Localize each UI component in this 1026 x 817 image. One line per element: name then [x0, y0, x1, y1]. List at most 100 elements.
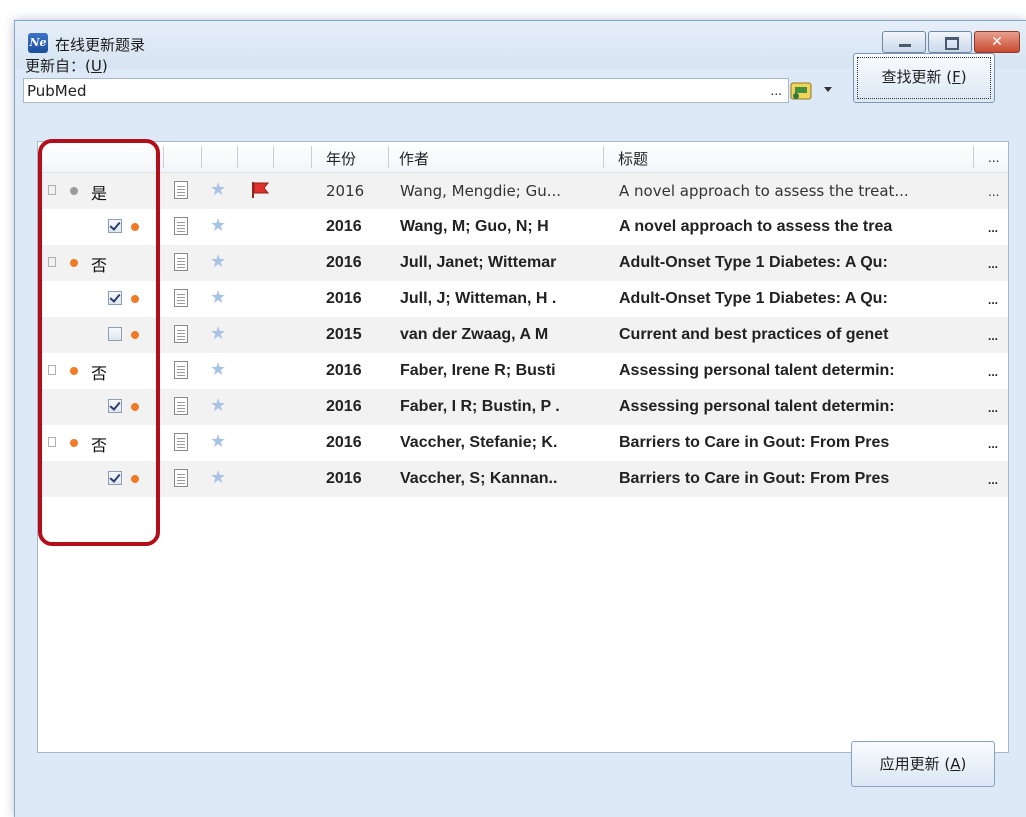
cell-title: A novel approach to assess the treat... [619, 182, 909, 200]
cell-more: ... [988, 401, 999, 415]
apply-accesskey: A [950, 755, 961, 773]
cell-year: 2016 [326, 218, 362, 235]
group-row[interactable]: 是 ★ 2016 Wang, Mengdie; Gu... A novel approa… [38, 173, 1008, 209]
column-divider[interactable] [273, 146, 274, 168]
minimize-button[interactable] [882, 31, 926, 53]
find-accesskey: F [952, 68, 961, 86]
maximize-icon [945, 37, 959, 50]
apply-label: 应用更新 ( [879, 755, 951, 773]
column-divider[interactable] [973, 146, 974, 168]
cell-title: A novel approach to assess the trea [619, 218, 893, 235]
cell-title: Adult-Onset Type 1 Diabetes: A Qu: [619, 254, 888, 271]
group-row[interactable]: 否 ★ 2016 Jull, Janet; Wittemar Adult-Onset T… [38, 245, 1008, 281]
cell-more: ... [988, 473, 999, 487]
cell-more: ... [988, 185, 1000, 199]
column-header-more[interactable]: ... [988, 151, 999, 165]
cell-year: 2015 [326, 326, 362, 343]
cell-author: Jull, J; Witteman, H . [400, 290, 557, 307]
column-divider[interactable] [163, 146, 164, 168]
column-header-year[interactable]: 年份 [326, 148, 356, 169]
table-row[interactable]: ★ 2015 van der Zwaag, A M Current and best … [38, 317, 1008, 353]
app-logo-icon: Ne [28, 33, 48, 53]
column-header-author[interactable]: 作者 [399, 148, 429, 169]
document-icon[interactable] [174, 217, 188, 235]
minimize-icon [899, 44, 911, 47]
table-row[interactable]: ★ 2016 Wang, M; Guo, N; H A novel approach … [38, 209, 1008, 245]
star-icon[interactable]: ★ [210, 287, 226, 308]
cell-author: Jull, Janet; Wittemar [400, 254, 557, 271]
column-divider[interactable] [201, 146, 202, 168]
find-updates-button[interactable]: 查找更新 (F) [853, 53, 995, 103]
cell-title: Assessing personal talent determin: [619, 362, 895, 379]
cell-author: Faber, Irene R; Busti [400, 362, 556, 379]
cell-year: 2016 [326, 182, 365, 200]
maximize-button[interactable] [928, 31, 972, 53]
document-icon[interactable] [174, 325, 188, 343]
document-icon[interactable] [174, 469, 188, 487]
highlight-annotation [38, 139, 160, 546]
cell-title: Barriers to Care in Gout: From Pres [619, 470, 890, 487]
group-row[interactable]: 否 ★ 2016 Faber, Irene R; Busti Assessing per… [38, 353, 1008, 389]
cell-more: ... [988, 365, 999, 379]
cell-more: ... [988, 257, 999, 271]
close-icon: ✕ [991, 34, 1003, 50]
update-source-input[interactable]: PubMed ... [23, 78, 789, 103]
update-source-label: 更新自：(U) [25, 55, 108, 76]
apply-updates-button[interactable]: 应用更新 (A) [851, 741, 995, 787]
flag-icon[interactable] [250, 181, 270, 199]
cell-author: Vaccher, Stefanie; K. [400, 434, 558, 451]
table-row[interactable]: ★ 2016 Faber, I R; Bustin, P . Assessing pe… [38, 389, 1008, 425]
cell-more: ... [988, 221, 999, 235]
star-icon[interactable]: ★ [210, 395, 226, 416]
cell-author: Wang, M; Guo, N; H [400, 218, 549, 235]
cell-title: Adult-Onset Type 1 Diabetes: A Qu: [619, 290, 888, 307]
column-header-title[interactable]: 标题 [618, 148, 648, 169]
document-icon[interactable] [174, 253, 188, 271]
cell-author: Vaccher, S; Kannan.. [400, 470, 558, 487]
cell-year: 2016 [326, 290, 362, 307]
star-icon[interactable]: ★ [210, 179, 226, 200]
cell-author: Faber, I R; Bustin, P . [400, 398, 560, 415]
column-divider[interactable] [311, 146, 312, 168]
cell-more: ... [988, 329, 999, 343]
table-row[interactable]: ★ 2016 Jull, J; Witteman, H . Adult-Onset T… [38, 281, 1008, 317]
document-icon[interactable] [174, 397, 188, 415]
document-icon[interactable] [174, 289, 188, 307]
cell-year: 2016 [326, 398, 362, 415]
cell-author: Wang, Mengdie; Gu... [400, 182, 562, 200]
chevron-down-icon[interactable] [824, 87, 832, 92]
document-icon[interactable] [174, 433, 188, 451]
document-icon[interactable] [174, 181, 188, 199]
list-header: 年份 作者 标题 ... [38, 142, 1008, 173]
cell-title: Assessing personal talent determin: [619, 398, 895, 415]
connection-file-icon[interactable] [787, 80, 817, 102]
column-divider[interactable] [237, 146, 238, 168]
star-icon[interactable]: ★ [210, 359, 226, 380]
update-references-dialog: Ne 在线更新题录 ✕ 更新自：(U) PubMed ... 查找更新 (F) [14, 20, 1026, 817]
document-icon[interactable] [174, 361, 188, 379]
cell-title: Current and best practices of genet [619, 326, 889, 343]
star-icon[interactable]: ★ [210, 215, 226, 236]
table-row[interactable]: ★ 2016 Vaccher, S; Kannan.. Barriers to Car… [38, 461, 1008, 497]
update-results-list[interactable]: 年份 作者 标题 ... 是 ★ 2016 Wang, Mengdie; Gu... A… [37, 141, 1009, 753]
label-end: ) [101, 57, 108, 75]
cell-year: 2016 [326, 434, 362, 451]
find-label: 查找更新 ( [881, 68, 953, 86]
window-controls: ✕ [882, 31, 1020, 53]
column-divider[interactable] [603, 146, 604, 168]
cell-more: ... [988, 437, 999, 451]
star-icon[interactable]: ★ [210, 323, 226, 344]
star-icon[interactable]: ★ [210, 251, 226, 272]
group-row[interactable]: 否 ★ 2016 Vaccher, Stefanie; K. Barriers to C… [38, 425, 1008, 461]
cell-year: 2016 [326, 254, 362, 271]
star-icon[interactable]: ★ [210, 467, 226, 488]
source-value: PubMed [27, 82, 87, 100]
find-label-end: ) [960, 68, 967, 86]
close-button[interactable]: ✕ [974, 31, 1020, 53]
label-accesskey: U [90, 57, 102, 75]
star-icon[interactable]: ★ [210, 431, 226, 452]
cell-author: van der Zwaag, A M [400, 326, 549, 343]
column-divider[interactable] [388, 146, 389, 168]
label-text: 更新自：( [25, 57, 91, 75]
source-browse-ellipsis[interactable]: ... [771, 84, 782, 98]
